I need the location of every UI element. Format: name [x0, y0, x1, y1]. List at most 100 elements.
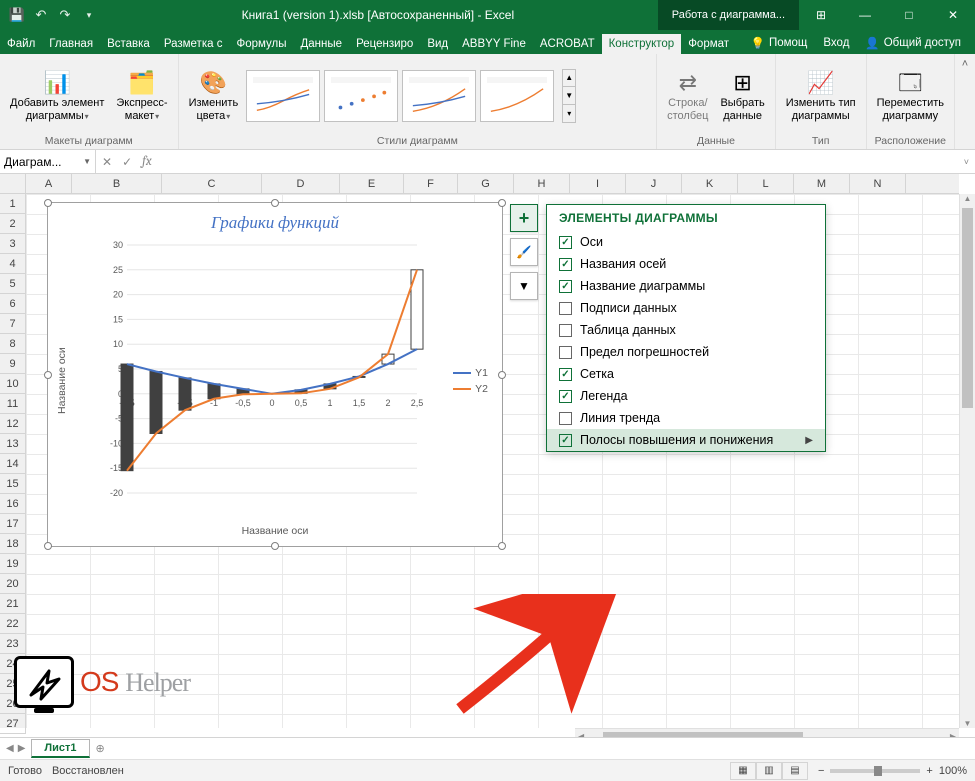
sheet-nav[interactable]: ◀▶: [0, 743, 31, 754]
row-header[interactable]: 4: [0, 254, 26, 274]
checkbox[interactable]: [559, 258, 572, 271]
resize-handle[interactable]: [498, 542, 506, 550]
tab-chart-format[interactable]: Формат: [681, 34, 736, 54]
chart-elements-popup[interactable]: ЭЛЕМЕНТЫ ДИАГРАММЫ ОсиНазвания осейНазва…: [546, 204, 826, 452]
column-header[interactable]: I: [570, 174, 626, 193]
collapse-ribbon-icon[interactable]: ˄: [955, 54, 975, 149]
tab-home[interactable]: Главная: [42, 34, 100, 54]
chevron-right-icon[interactable]: ▶: [805, 435, 813, 446]
tab-acrobat[interactable]: ACROBAT: [533, 34, 602, 54]
chart-element-item[interactable]: Линия тренда: [547, 407, 825, 429]
tab-insert[interactable]: Вставка: [100, 34, 157, 54]
row-header[interactable]: 2: [0, 214, 26, 234]
resize-handle[interactable]: [271, 542, 279, 550]
maximize-icon[interactable]: □: [887, 0, 931, 30]
row-header[interactable]: 21: [0, 594, 26, 614]
vertical-scrollbar[interactable]: ▲▼: [959, 194, 975, 728]
tab-page-layout[interactable]: Разметка с: [157, 34, 230, 54]
chart-elements-button[interactable]: +: [510, 204, 538, 232]
row-header[interactable]: 3: [0, 234, 26, 254]
chart-element-item[interactable]: Предел погрешностей: [547, 341, 825, 363]
enter-fx-icon[interactable]: ✓: [122, 155, 132, 169]
column-header[interactable]: M: [794, 174, 850, 193]
chart-style-thumb[interactable]: [480, 70, 554, 122]
checkbox[interactable]: [559, 390, 572, 403]
row-header[interactable]: 16: [0, 494, 26, 514]
row-header[interactable]: 13: [0, 434, 26, 454]
row-header[interactable]: 14: [0, 454, 26, 474]
redo-icon[interactable]: ↷: [56, 6, 74, 24]
tab-file[interactable]: Файл: [0, 34, 42, 54]
resize-handle[interactable]: [498, 199, 506, 207]
chart-style-thumb[interactable]: [246, 70, 320, 122]
column-header[interactable]: E: [340, 174, 404, 193]
chart-element-item[interactable]: Сетка: [547, 363, 825, 385]
resize-handle[interactable]: [271, 199, 279, 207]
scroll-up-icon[interactable]: ▲: [563, 70, 575, 88]
zoom-out-icon[interactable]: −: [818, 765, 824, 777]
x-axis-title[interactable]: Название оси: [54, 521, 496, 537]
row-header[interactable]: 12: [0, 414, 26, 434]
chart-element-item[interactable]: Полосы повышения и понижения▶: [547, 429, 825, 451]
chart-filters-button[interactable]: ▼: [510, 272, 538, 300]
save-icon[interactable]: 💾: [8, 6, 26, 24]
row-header[interactable]: 15: [0, 474, 26, 494]
checkbox[interactable]: [559, 368, 572, 381]
chart-title[interactable]: Графики функций: [54, 209, 496, 241]
row-header[interactable]: 9: [0, 354, 26, 374]
resize-handle[interactable]: [498, 371, 506, 379]
chart-element-item[interactable]: Название диаграммы: [547, 275, 825, 297]
scrollbar-thumb[interactable]: [962, 208, 973, 408]
column-header[interactable]: C: [162, 174, 262, 193]
tab-chart-design[interactable]: Конструктор: [602, 34, 682, 54]
column-header[interactable]: H: [514, 174, 570, 193]
column-header[interactable]: A: [26, 174, 72, 193]
row-header[interactable]: 7: [0, 314, 26, 334]
row-header[interactable]: 5: [0, 274, 26, 294]
tab-review[interactable]: Рецензиро: [349, 34, 420, 54]
expand-fx-icon[interactable]: ˅: [958, 157, 975, 167]
switch-row-column-button[interactable]: ⇄ Строка/ столбец: [663, 67, 712, 124]
checkbox[interactable]: [559, 346, 572, 359]
zoom-in-icon[interactable]: +: [926, 765, 932, 777]
change-colors-button[interactable]: 🎨 Изменить цвета: [185, 67, 243, 124]
column-header[interactable]: G: [458, 174, 514, 193]
chart-element-item[interactable]: Оси: [547, 231, 825, 253]
signin-button[interactable]: Вход: [817, 33, 855, 53]
resize-handle[interactable]: [44, 542, 52, 550]
undo-icon[interactable]: ↶: [32, 6, 50, 24]
row-header[interactable]: 6: [0, 294, 26, 314]
formula-input[interactable]: [158, 150, 958, 173]
row-header[interactable]: 19: [0, 554, 26, 574]
move-chart-button[interactable]: 🗔 Переместить диаграмму: [873, 67, 948, 124]
row-header[interactable]: 22: [0, 614, 26, 634]
checkbox[interactable]: [559, 434, 572, 447]
chart-object[interactable]: Графики функций Название оси -20-15-10-5…: [47, 202, 503, 547]
ribbon-options-icon[interactable]: ⊞: [799, 0, 843, 30]
normal-view-icon[interactable]: ▦: [730, 762, 756, 780]
change-chart-type-button[interactable]: 📈 Изменить тип диаграммы: [782, 67, 860, 124]
resize-handle[interactable]: [44, 199, 52, 207]
tab-abbyy[interactable]: ABBYY Fine: [455, 34, 533, 54]
column-header[interactable]: F: [404, 174, 458, 193]
scroll-more-icon[interactable]: ▾: [563, 105, 575, 122]
chart-styles-button[interactable]: 🖌️: [510, 238, 538, 266]
zoom-slider[interactable]: [830, 769, 920, 773]
chart-element-item[interactable]: Подписи данных: [547, 297, 825, 319]
tab-view[interactable]: Вид: [420, 34, 455, 54]
chevron-down-icon[interactable]: ▼: [83, 157, 91, 166]
row-header[interactable]: 23: [0, 634, 26, 654]
add-chart-element-button[interactable]: 📊 Добавить элемент диаграммы: [6, 67, 108, 124]
checkbox[interactable]: [559, 236, 572, 249]
tab-formulas[interactable]: Формулы: [229, 34, 293, 54]
page-layout-view-icon[interactable]: ▥: [756, 762, 782, 780]
chart-element-item[interactable]: Названия осей: [547, 253, 825, 275]
row-header[interactable]: 1: [0, 194, 26, 214]
checkbox[interactable]: [559, 280, 572, 293]
row-header[interactable]: 17: [0, 514, 26, 534]
name-box[interactable]: Диаграм... ▼: [0, 150, 96, 173]
sheet-tab-active[interactable]: Лист1: [31, 739, 89, 758]
page-break-view-icon[interactable]: ▤: [782, 762, 808, 780]
tab-data[interactable]: Данные: [294, 34, 350, 54]
column-header[interactable]: K: [682, 174, 738, 193]
